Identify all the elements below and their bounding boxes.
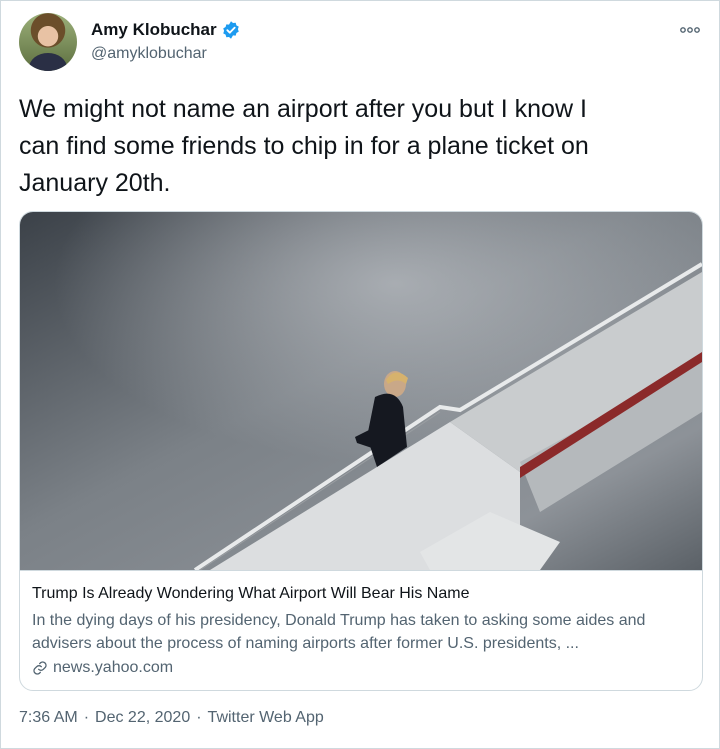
separator: · — [83, 709, 90, 726]
tweet-time[interactable]: 7:36 AM — [19, 709, 78, 726]
tweet-text: We might not name an airport after you b… — [19, 95, 589, 197]
card-title[interactable]: Trump Is Already Wondering What Airport … — [32, 585, 469, 603]
avatar[interactable] — [19, 13, 77, 71]
tweet-footer: 7:36 AM · Dec 22, 2020 · Twitter Web App — [19, 709, 330, 727]
author-row: Amy Klobuchar — [91, 20, 241, 40]
link-card[interactable]: Trump Is Already Wondering What Airport … — [19, 211, 703, 691]
card-domain-row: news.yahoo.com — [32, 659, 173, 677]
verified-badge-icon — [222, 21, 239, 39]
author-name[interactable]: Amy Klobuchar — [91, 20, 217, 40]
card-domain[interactable]: news.yahoo.com — [53, 659, 173, 677]
separator: · — [196, 709, 202, 726]
tweet-source[interactable]: Twitter Web App — [208, 709, 324, 726]
tweet-date[interactable]: Dec 22, 2020 — [95, 709, 190, 726]
author-handle[interactable]: @amyklobuchar — [91, 45, 207, 63]
card-image[interactable] — [20, 212, 702, 570]
card-body: Trump Is Already Wondering What Airport … — [20, 570, 702, 690]
tweet-container: Amy Klobuchar @amyklobuchar We might not… — [0, 0, 720, 749]
more-horizontal-icon[interactable] — [679, 25, 701, 35]
link-icon — [33, 661, 47, 675]
card-description: In the dying days of his presidency, Don… — [32, 612, 646, 652]
